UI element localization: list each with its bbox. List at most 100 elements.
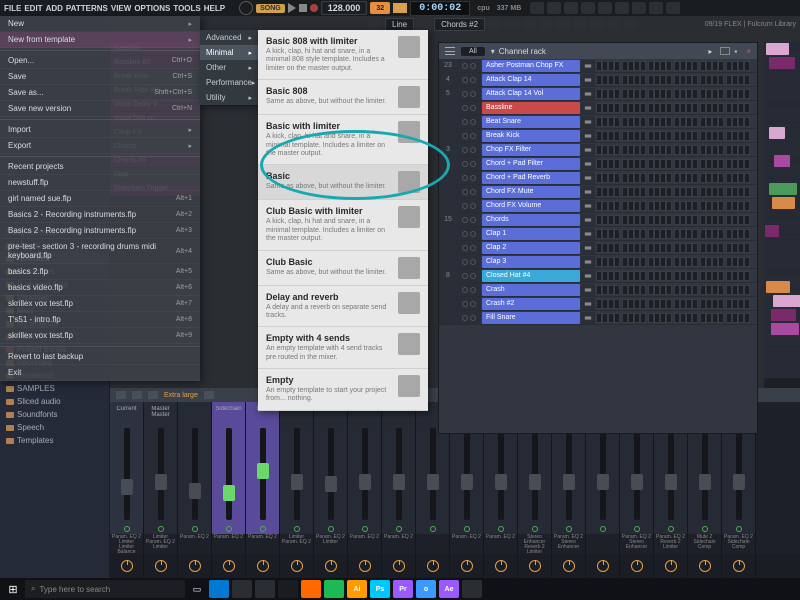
playlist-track[interactable] [764, 224, 800, 238]
step-cell[interactable] [666, 131, 672, 141]
channel-number[interactable] [439, 129, 457, 142]
record-icon[interactable] [310, 4, 318, 12]
step-sequencer-row[interactable] [596, 130, 757, 142]
mixer-track[interactable]: Sidechain [212, 402, 246, 534]
step-cell[interactable] [666, 243, 672, 253]
step-cell[interactable] [718, 75, 724, 85]
channel-type-icon[interactable] [581, 130, 595, 142]
channel-knobs[interactable] [457, 129, 481, 142]
channel-number[interactable] [439, 283, 457, 296]
channel-number[interactable] [439, 241, 457, 254]
channel-name-button[interactable]: Fill Snare [482, 312, 580, 324]
template-item[interactable]: Delay and reverbA delay and a reverb on … [258, 286, 428, 328]
step-cell[interactable] [744, 117, 750, 127]
send-knob[interactable] [189, 560, 201, 572]
step-cell[interactable] [640, 243, 646, 253]
menu-add[interactable]: ADD [46, 4, 63, 13]
mixer-track[interactable] [178, 402, 212, 534]
step-cell[interactable] [744, 173, 750, 183]
step-cell[interactable] [666, 89, 672, 99]
step-cell[interactable] [666, 75, 672, 85]
channel-number[interactable] [439, 311, 457, 324]
playlist-track[interactable] [764, 364, 800, 378]
send-knob[interactable] [257, 560, 269, 572]
step-cell[interactable] [666, 229, 672, 239]
fader-cap[interactable] [257, 463, 269, 479]
step-cell[interactable] [614, 75, 620, 85]
playlist-track[interactable] [764, 280, 800, 294]
send-knob[interactable] [393, 560, 405, 572]
step-sequencer-row[interactable] [596, 298, 757, 310]
channel-knobs[interactable] [457, 283, 481, 296]
playlist-clip[interactable] [769, 183, 797, 195]
step-cell[interactable] [744, 103, 750, 113]
channel-type-icon[interactable] [581, 186, 595, 198]
fx-slot-label[interactable]: Param. EQ 2 Stereo Enhancer [552, 534, 586, 554]
send-knob[interactable] [665, 560, 677, 572]
playlist-track[interactable] [764, 196, 800, 210]
step-cell[interactable] [614, 103, 620, 113]
step-cell[interactable] [744, 89, 750, 99]
step-cell[interactable] [692, 159, 698, 169]
step-cell[interactable] [640, 61, 646, 71]
playlist-track[interactable] [764, 322, 800, 336]
fx-slot-label[interactable]: Param. EQ 2 [178, 534, 212, 554]
mixer-mute-dot[interactable] [464, 526, 470, 532]
task-view-icon[interactable]: ▭ [188, 580, 206, 598]
step-sequencer-row[interactable] [596, 102, 757, 114]
step-cell[interactable] [666, 201, 672, 211]
mixer-mute-dot[interactable] [668, 526, 674, 532]
fader-cap[interactable] [155, 474, 167, 490]
step-cell[interactable] [692, 215, 698, 225]
playlist-track[interactable] [764, 238, 800, 252]
step-cell[interactable] [718, 117, 724, 127]
step-cell[interactable] [744, 159, 750, 169]
mixer-mute-dot[interactable] [294, 526, 300, 532]
step-cell[interactable] [718, 257, 724, 267]
taskbar-app-icon[interactable]: Pr [393, 580, 413, 598]
playlist-track[interactable] [764, 210, 800, 224]
slice-tool-icon[interactable] [573, 18, 587, 30]
step-cell[interactable] [640, 271, 646, 281]
file-menu-item[interactable]: basics video.flpAlt+6 [0, 280, 200, 296]
taskbar-search[interactable]: ⌕ Type here to search [25, 580, 185, 598]
step-cell[interactable] [640, 117, 646, 127]
channel-type-icon[interactable] [581, 116, 595, 128]
channel-number[interactable]: 4 [439, 73, 457, 86]
start-button[interactable]: ⊞ [4, 580, 22, 598]
playlist-track[interactable] [764, 126, 800, 140]
step-cell[interactable] [692, 187, 698, 197]
fx-slot-label[interactable]: Param. EQ 2 [212, 534, 246, 554]
channel-name-button[interactable]: Clap 1 [482, 228, 580, 240]
fader-cap[interactable] [393, 474, 405, 490]
playlist-clip[interactable] [774, 155, 790, 167]
channel-type-icon[interactable] [581, 312, 595, 324]
template-category-item[interactable]: Other▸ [200, 60, 258, 75]
mixer-mute-dot[interactable] [124, 526, 130, 532]
step-cell[interactable] [718, 229, 724, 239]
fader-cap[interactable] [189, 483, 201, 499]
mixer-mute-dot[interactable] [260, 526, 266, 532]
step-sequencer-row[interactable] [596, 312, 757, 324]
step-cell[interactable] [614, 285, 620, 295]
send-knob[interactable] [597, 560, 609, 572]
browser-folder[interactable]: Sliced audio [0, 395, 109, 408]
channel-name-button[interactable]: Attack Clap 14 Vol [482, 88, 580, 100]
taskbar-app-icon[interactable] [462, 580, 482, 598]
channel-number[interactable] [439, 101, 457, 114]
fx-slot-label[interactable]: Param. EQ 2 Stereo Enhancer [620, 534, 654, 554]
channel-name-button[interactable]: Chord FX Mute [482, 186, 580, 198]
close-icon[interactable]: × [746, 47, 751, 56]
taskbar-app-icon[interactable] [209, 580, 229, 598]
mixer-mute-dot[interactable] [566, 526, 572, 532]
step-cell[interactable] [666, 299, 672, 309]
step-cell[interactable] [744, 187, 750, 197]
menu-view[interactable]: VIEW [111, 4, 131, 13]
playlist-track[interactable] [764, 42, 800, 56]
mixer-mute-dot[interactable] [158, 526, 164, 532]
paint-tool-icon[interactable] [505, 18, 519, 30]
playlist-clip[interactable] [766, 281, 790, 293]
playlist-icon[interactable] [530, 2, 544, 14]
file-menu-item[interactable]: basics 2.flpAlt+5 [0, 264, 200, 280]
channel-number[interactable] [439, 157, 457, 170]
